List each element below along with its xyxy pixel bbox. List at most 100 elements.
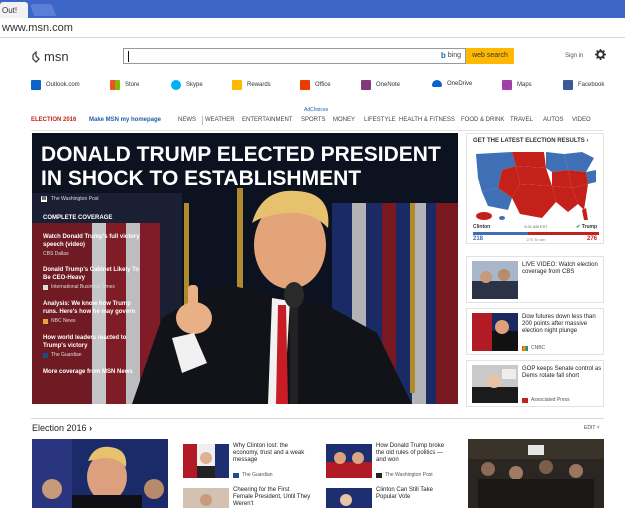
gear-icon[interactable]	[595, 49, 606, 63]
web-search-button[interactable]: web search	[466, 48, 514, 64]
app-facebook[interactable]: Facebook	[563, 80, 604, 90]
onedrive-icon	[432, 80, 442, 87]
electoral-vote-bar	[473, 232, 599, 235]
wapo-icon	[376, 472, 382, 478]
story-title[interactable]: Cheering for the First Female President,…	[233, 487, 311, 508]
story-title[interactable]: GOP keeps Senate control as Dems rotate …	[522, 366, 602, 380]
coverage-item[interactable]: Analysis: We know how Trump runs. Here's…	[43, 300, 143, 324]
story-thumbnail	[183, 444, 229, 478]
story-thumbnail	[326, 488, 372, 508]
nbc-icon	[43, 318, 48, 324]
clinton-vote-fill	[473, 232, 529, 235]
story-source: Associated Press	[522, 397, 570, 403]
coverage-heading: COMPLETE COVERAGE	[43, 215, 113, 221]
nav-entertainment[interactable]: ENTERTAINMENT	[242, 117, 292, 123]
app-maps[interactable]: Maps	[502, 80, 532, 90]
story-title[interactable]: Dow futures down less than 200 points af…	[522, 314, 602, 335]
wapo-icon: W	[41, 196, 47, 202]
browser-tab[interactable]: Out!	[0, 2, 28, 18]
nav-make-homepage[interactable]: Make MSN my homepage	[89, 117, 161, 123]
nav-health-fitness[interactable]: HEALTH & FITNESS	[399, 117, 455, 123]
check-icon: ✔	[576, 224, 581, 230]
logo-text: msn	[44, 49, 69, 64]
section-divider	[31, 418, 604, 419]
section-story[interactable]: Why Clinton lost: the economy, trust and…	[178, 439, 313, 486]
story-thumbnail	[183, 488, 229, 508]
app-rewards[interactable]: Rewards	[232, 80, 271, 90]
story-title[interactable]: LIVE VIDEO: Watch election coverage from…	[522, 262, 602, 276]
store-icon	[110, 80, 120, 90]
app-onenote[interactable]: OneNote	[361, 80, 400, 90]
story-source: The Washington Post	[376, 472, 433, 478]
search-input[interactable]: b bing	[123, 48, 466, 64]
butterfly-icon	[31, 50, 41, 63]
ap-icon	[522, 397, 528, 403]
app-store[interactable]: Store	[110, 80, 139, 90]
nav-travel[interactable]: TRAVEL	[510, 117, 533, 123]
guardian-icon	[233, 472, 239, 478]
cnbc-icon	[522, 345, 528, 351]
story-source: CNBC	[522, 345, 545, 351]
chevron-right-icon: ›	[586, 138, 589, 144]
nav-video[interactable]: VIDEO	[572, 117, 591, 123]
nav-lifestyle[interactable]: LIFESTYLE	[364, 117, 396, 123]
election-results-heading[interactable]: GET THE LATEST ELECTION RESULTS ›	[473, 138, 588, 144]
side-story[interactable]: Dow futures down less than 200 points af…	[466, 308, 604, 355]
coverage-item[interactable]: How world leaders reacted to Trump's vic…	[43, 334, 143, 358]
coverage-title[interactable]: How world leaders reacted to Trump's vic…	[43, 334, 143, 350]
nav-money[interactable]: MONEY	[333, 117, 355, 123]
story-title[interactable]: How Donald Trump broke the old rules of …	[376, 443, 454, 464]
story-thumbnail	[472, 261, 518, 299]
address-bar[interactable]: www.msn.com	[0, 18, 625, 38]
nav-news[interactable]: NEWS	[178, 117, 196, 123]
hero-title[interactable]: DONALD TRUMP ELECTED PRESIDENT IN SHOCK …	[41, 143, 451, 191]
coverage-title[interactable]: Donald Trump's Cabinet Likely To Be CEO-…	[43, 266, 143, 282]
browser-tab-strip: Out!	[0, 0, 625, 18]
app-office[interactable]: Office	[300, 80, 331, 90]
story-image[interactable]	[32, 439, 168, 508]
sign-in-link[interactable]: Sign in	[565, 53, 583, 59]
story-title[interactable]: Why Clinton lost: the economy, trust and…	[233, 443, 311, 464]
nav-autos[interactable]: AUTOS	[543, 117, 564, 123]
nav-sports[interactable]: SPORTS	[301, 117, 326, 123]
outlook-icon	[31, 80, 41, 90]
nav-divider	[202, 116, 203, 125]
app-outlook[interactable]: Outlook.com	[31, 80, 80, 90]
edit-button[interactable]: EDIT ˅	[584, 425, 600, 431]
coverage-item[interactable]: Donald Trump's Cabinet Likely To Be CEO-…	[43, 266, 143, 290]
ibt-icon	[43, 284, 48, 290]
guardian-icon	[43, 352, 48, 358]
url-text[interactable]: www.msn.com	[2, 22, 73, 34]
bing-label: bing	[447, 52, 461, 59]
story-title[interactable]: Clinton Can Still Take Popular Vote	[376, 487, 454, 501]
app-skype[interactable]: Skype	[171, 80, 203, 90]
app-onedrive[interactable]: OneDrive	[432, 80, 472, 87]
nav-food-drink[interactable]: FOOD & DRINK	[461, 117, 504, 123]
story-thumbnail	[472, 313, 518, 351]
hero-story[interactable]: DONALD TRUMP ELECTED PRESIDENT IN SHOCK …	[32, 133, 458, 404]
us-election-map	[476, 152, 596, 220]
section-title[interactable]: Election 2016 ›	[32, 423, 92, 433]
more-coverage-link[interactable]: More coverage from MSN News	[43, 369, 133, 375]
chevron-down-icon: ˅	[596, 425, 600, 431]
new-tab-button[interactable]	[29, 4, 57, 16]
section-story[interactable]: Clinton Can Still Take Popular Vote	[321, 486, 456, 508]
rewards-icon	[232, 80, 242, 90]
chevron-right-icon: ›	[89, 423, 93, 433]
nav-election-2016[interactable]: ELECTION 2016	[31, 117, 76, 123]
section-story[interactable]: How Donald Trump broke the old rules of …	[321, 439, 456, 486]
story-image[interactable]	[468, 439, 604, 508]
side-story[interactable]: LIVE VIDEO: Watch election coverage from…	[466, 256, 604, 303]
coverage-title[interactable]: Watch Donald Trump's full victory speech…	[43, 233, 143, 249]
side-story[interactable]: GOP keeps Senate control as Dems rotate …	[466, 360, 604, 407]
skype-icon	[171, 80, 181, 90]
election-results-card[interactable]: GET THE LATEST ELECTION RESULTS › Clinto…	[466, 133, 604, 244]
section-story[interactable]: Cheering for the First Female President,…	[178, 486, 313, 508]
coverage-title[interactable]: Analysis: We know how Trump runs. Here's…	[43, 300, 143, 316]
adchoices-link[interactable]: AdChoices	[304, 107, 328, 113]
facebook-icon	[563, 80, 573, 90]
coverage-item[interactable]: Watch Donald Trump's full victory speech…	[43, 233, 143, 257]
nav-weather[interactable]: WEATHER	[205, 117, 235, 123]
story-source: The Guardian	[233, 472, 273, 478]
msn-logo[interactable]: msn	[31, 49, 69, 64]
